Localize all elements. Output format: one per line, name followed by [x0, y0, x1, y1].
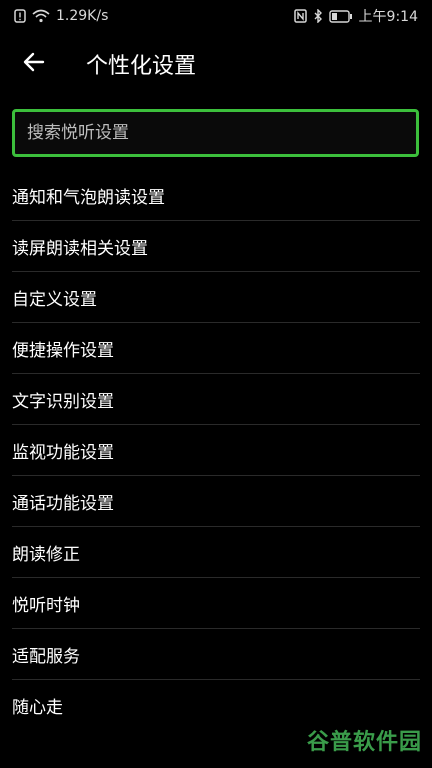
list-item-call-settings[interactable]: 通话功能设置	[12, 476, 420, 527]
settings-list: 通知和气泡朗读设置 读屏朗读相关设置 自定义设置 便捷操作设置 文字识别设置 监…	[0, 170, 432, 731]
app-bar: 个性化设置	[0, 32, 432, 96]
list-item-screen-reading[interactable]: 读屏朗读相关设置	[12, 221, 420, 272]
back-arrow-icon	[22, 50, 46, 78]
list-item-clock[interactable]: 悦听时钟	[12, 578, 420, 629]
notification-icon	[14, 9, 26, 23]
back-button[interactable]	[2, 32, 66, 96]
wifi-icon	[32, 9, 50, 23]
list-item-custom-settings[interactable]: 自定义设置	[12, 272, 420, 323]
status-bar-left: 1.29K/s	[14, 8, 108, 24]
status-time: 上午9:14	[358, 9, 418, 25]
network-speed: 1.29K/s	[56, 8, 109, 24]
nfc-icon	[293, 9, 307, 23]
list-item-notification-bubble-reading[interactable]: 通知和气泡朗读设置	[12, 170, 420, 221]
list-item-adaptation-service[interactable]: 适配服务	[12, 629, 420, 680]
list-item-text-recognition[interactable]: 文字识别设置	[12, 374, 420, 425]
search-box[interactable]	[12, 109, 419, 157]
list-item-monitor-settings[interactable]: 监视功能设置	[12, 425, 420, 476]
search-input[interactable]	[25, 122, 416, 144]
status-bar-right: 上午9:14	[293, 6, 418, 26]
list-item-shortcut-settings[interactable]: 便捷操作设置	[12, 323, 420, 374]
watermark-logo: 谷普软件园	[306, 730, 422, 755]
battery-icon	[328, 9, 353, 23]
list-item-reading-correction[interactable]: 朗读修正	[12, 527, 420, 578]
bluetooth-icon	[313, 9, 323, 23]
page-title: 个性化设置	[86, 54, 197, 79]
status-bar: 1.29K/s 上午9:14	[0, 0, 432, 32]
